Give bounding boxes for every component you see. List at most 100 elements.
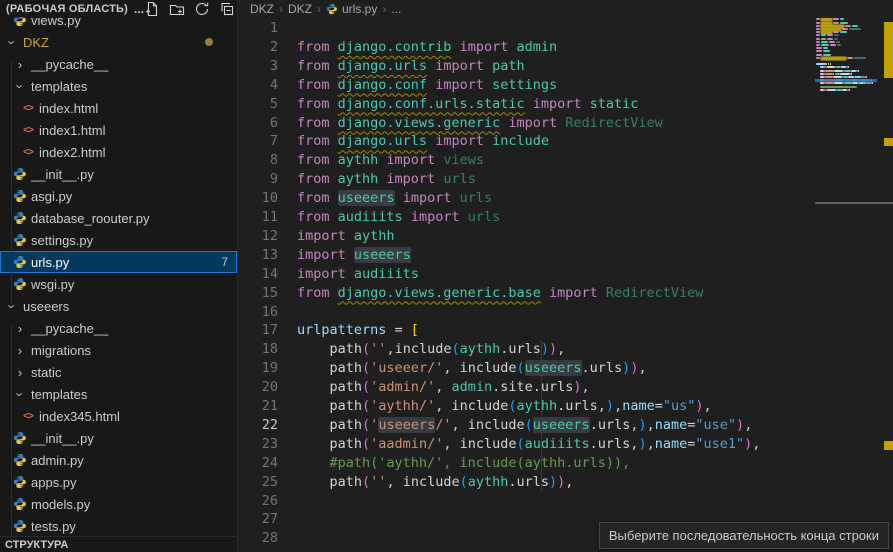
- tree-item-static[interactable]: ›static: [0, 361, 237, 383]
- code-line-10[interactable]: from useeers import urls: [297, 189, 492, 208]
- python-file-icon: [12, 233, 28, 247]
- tree-item-asgi-py[interactable]: asgi.py: [0, 185, 237, 207]
- breadcrumb-item[interactable]: DKZ: [250, 2, 274, 16]
- minimap-token: [833, 18, 839, 20]
- token: import: [386, 171, 443, 187]
- line-number-7: 7: [238, 132, 278, 151]
- code-line-19[interactable]: path('useeer/', include(useeers.urls)),: [297, 359, 647, 378]
- python-file-icon: [12, 189, 28, 203]
- tree-item-models-py[interactable]: models.py: [0, 493, 237, 515]
- token: 'admin/': [370, 379, 435, 395]
- code-line-21[interactable]: path('aythh/', include(aythh.urls,),name…: [297, 397, 712, 416]
- tree-item-index1-html[interactable]: <>index1.html: [0, 119, 237, 141]
- breadcrumb-item[interactable]: ...: [391, 2, 401, 16]
- tree-item-label: apps.py: [31, 475, 77, 490]
- tree-item-urls-py[interactable]: urls.py7: [0, 251, 237, 273]
- token: import: [533, 96, 590, 112]
- new-file-icon[interactable]: [144, 1, 160, 17]
- line-number-24: 24: [238, 454, 278, 473]
- minimap-token: [816, 34, 820, 36]
- line-number-21: 21: [238, 397, 278, 416]
- tree-item-migrations[interactable]: ›migrations: [0, 339, 237, 361]
- code-line-11[interactable]: from audiiits import urls: [297, 208, 500, 227]
- tree-item-index2-html[interactable]: <>index2.html: [0, 141, 237, 163]
- tree-item-wsgi-py[interactable]: wsgi.py: [0, 273, 237, 295]
- code-line-12[interactable]: import aythh: [297, 227, 395, 246]
- tree-item-templates[interactable]: ›templates: [0, 75, 237, 97]
- overview-ruler[interactable]: [877, 0, 893, 552]
- minimap[interactable]: [815, 0, 877, 552]
- token: useeers: [525, 360, 582, 376]
- code-line-17[interactable]: urlpatterns = [: [297, 321, 419, 340]
- code-line-6[interactable]: from django.views.generic import Redirec…: [297, 114, 663, 133]
- code-line-9[interactable]: from aythh import urls: [297, 170, 476, 189]
- minimap-token: [866, 76, 867, 78]
- tree-item-dkz[interactable]: ›DKZ: [0, 31, 237, 53]
- minimap-token: [849, 89, 850, 91]
- tree-item-label: DKZ: [23, 35, 49, 50]
- more-actions-button[interactable]: ...: [134, 5, 144, 13]
- tree-item-settings-py[interactable]: settings.py: [0, 229, 237, 251]
- code-line-20[interactable]: path('admin/', admin.site.urls),: [297, 378, 590, 397]
- tree-item-label: __init__.py: [31, 431, 94, 446]
- code-line-18[interactable]: path('',include(aythh.urls)),: [297, 340, 565, 359]
- code-line-5[interactable]: from django.conf.urls.static import stat…: [297, 95, 638, 114]
- breadcrumb-item[interactable]: DKZ: [288, 2, 312, 16]
- tree-item-database-roouter-py[interactable]: database_roouter.py: [0, 207, 237, 229]
- token: ,: [638, 360, 646, 376]
- tree-item-admin-py[interactable]: admin.py: [0, 449, 237, 471]
- minimap-token: [816, 28, 820, 30]
- token: [427, 77, 435, 93]
- tree-item--pycache-[interactable]: ›__pycache__: [0, 317, 237, 339]
- code-line-15[interactable]: from django.views.generic.base import Re…: [297, 284, 703, 303]
- tree-item--pycache-[interactable]: ›__pycache__: [0, 53, 237, 75]
- explorer-section-header: (РАБОЧАЯ ОБЛАСТЬ) ...: [0, 0, 237, 17]
- refresh-icon[interactable]: [194, 1, 210, 17]
- tree-item-index345-html[interactable]: <>index345.html: [0, 405, 237, 427]
- minimap-token: [821, 38, 826, 40]
- chevron-right-icon: ›: [279, 2, 283, 16]
- minimap-token: [823, 50, 830, 52]
- minimap-token: [823, 47, 828, 49]
- line-number-6: 6: [238, 114, 278, 133]
- outline-section-header[interactable]: СТРУКТУРА: [0, 536, 237, 552]
- new-folder-icon[interactable]: [169, 1, 185, 17]
- token: .urls,: [590, 417, 639, 433]
- minimap-token: [827, 66, 835, 68]
- tree-item-tests-py[interactable]: tests.py: [0, 515, 237, 537]
- breadcrumb-item[interactable]: urls.py: [326, 2, 377, 16]
- tree-item-index-html[interactable]: <>index.html: [0, 97, 237, 119]
- token: from: [297, 209, 338, 225]
- token: django.conf: [338, 77, 427, 93]
- code-line-13[interactable]: import useeers: [297, 246, 411, 265]
- token: path: [297, 436, 362, 452]
- code-line-14[interactable]: import audiiits: [297, 265, 419, 284]
- tree-item-templates[interactable]: ›templates: [0, 383, 237, 405]
- tree-item--init-py[interactable]: __init__.py: [0, 163, 237, 185]
- tree-item--init-py[interactable]: __init__.py: [0, 427, 237, 449]
- code-line-24[interactable]: #path('aythh/', include(aythh.urls)),: [297, 454, 630, 473]
- token: audiiits: [354, 266, 419, 282]
- collapse-all-icon[interactable]: [219, 1, 235, 17]
- tree-item-label: index.html: [39, 101, 98, 116]
- code-line-22[interactable]: path('useeers/', include(useeers.urls,),…: [297, 416, 752, 435]
- tree-item-apps-py[interactable]: apps.py: [0, 471, 237, 493]
- tree-item-label: urls.py: [31, 255, 69, 270]
- token: ,include: [386, 341, 451, 357]
- minimap-token: [816, 57, 820, 59]
- minimap-token: [816, 47, 822, 49]
- code-line-23[interactable]: path('aadmin/', include(audiiits.urls,),…: [297, 435, 760, 454]
- tree-item-useeers[interactable]: ›useeers: [0, 295, 237, 317]
- code-line-7[interactable]: from django.urls import include: [297, 132, 549, 151]
- editor-pane: DKZ›DKZ› urls.py›... 1234567891011121314…: [238, 0, 893, 552]
- code-line-4[interactable]: from django.conf import settings: [297, 76, 557, 95]
- python-file-icon: [12, 167, 28, 181]
- minimap-token: [830, 44, 836, 46]
- token: , include: [386, 474, 459, 490]
- code-line-8[interactable]: from aythh import views: [297, 151, 484, 170]
- code-line-2[interactable]: from django.contrib import admin: [297, 38, 557, 57]
- code-line-25[interactable]: path('', include(aythh.urls)),: [297, 473, 573, 492]
- token: (: [362, 474, 370, 490]
- html-file-icon: <>: [20, 125, 36, 136]
- code-line-3[interactable]: from django.urls import path: [297, 57, 525, 76]
